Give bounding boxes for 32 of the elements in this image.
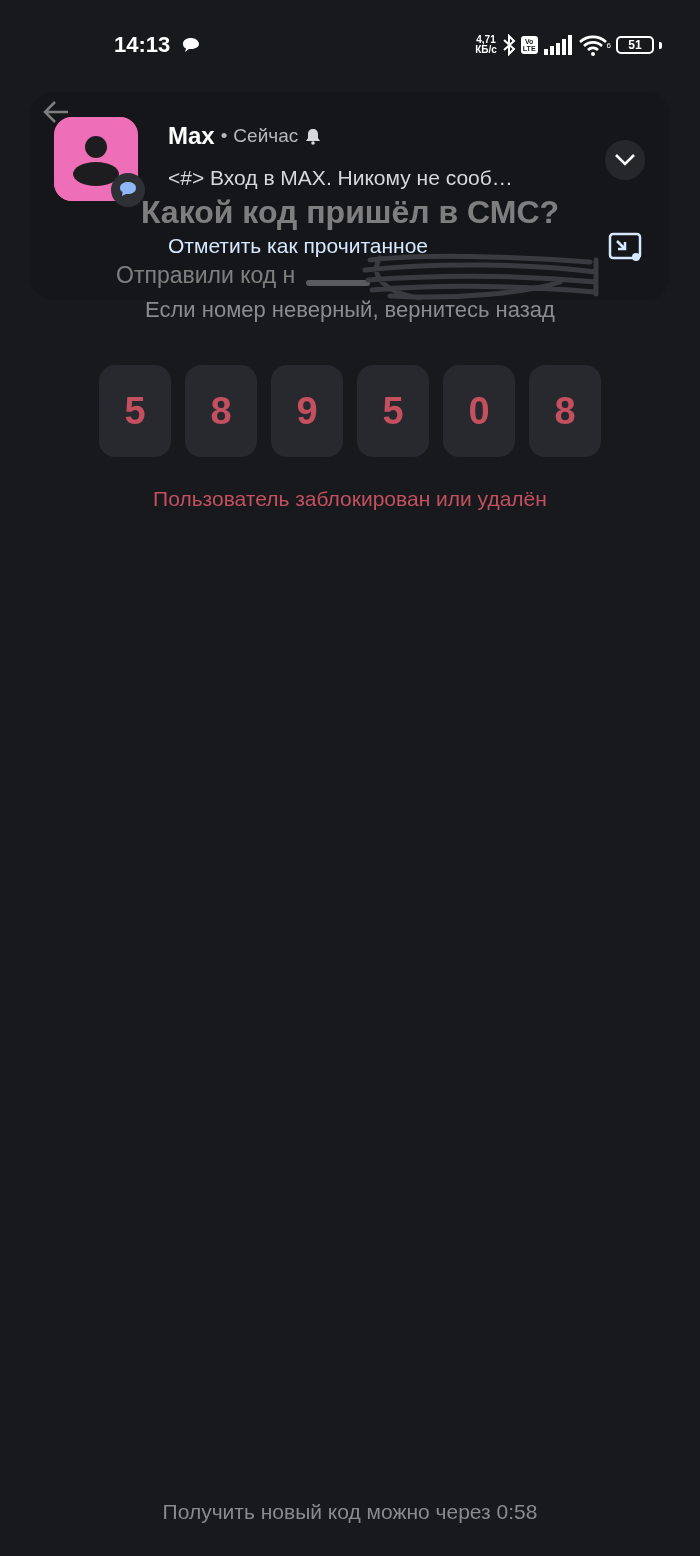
code-digit-field[interactable]: 5 — [357, 365, 429, 457]
network-speed: 4,71 КБ/с — [475, 35, 497, 55]
subtitle-text: Отправили код н — [116, 262, 296, 289]
screen-title: Какой код пришёл в СМС? — [140, 196, 560, 228]
bell-icon — [304, 127, 323, 145]
code-digit-field[interactable]: 8 — [185, 365, 257, 457]
bluetooth-icon — [501, 34, 516, 56]
back-arrow-icon[interactable] — [42, 100, 70, 124]
notification-message: <#> Вход в MAX. Никому не сооб… — [168, 166, 513, 190]
notification-time: Сейчас — [233, 125, 299, 147]
separator-dot: • — [220, 125, 228, 147]
mark-as-read-button[interactable]: Отметить как прочитанное — [168, 234, 429, 258]
picture-in-picture-icon[interactable] — [608, 232, 642, 262]
error-message: Пользователь заблокирован или удалён — [153, 487, 547, 511]
chat-bubble-icon — [182, 37, 201, 53]
clock-time: 14:13 — [114, 32, 171, 58]
code-digit-field[interactable]: 5 — [99, 365, 171, 457]
battery-level: 51 — [616, 36, 654, 54]
app-name: Max — [168, 122, 215, 150]
code-digit-field[interactable]: 0 — [443, 365, 515, 457]
resend-timer-text: Получить новый код можно через 0:58 — [162, 1500, 538, 1524]
code-digit-field[interactable]: 9 — [271, 365, 343, 457]
hint-text: Если номер неверный, вернитесь назад — [145, 297, 555, 323]
drag-handle[interactable] — [306, 280, 370, 286]
notification-card[interactable] — [30, 92, 670, 300]
expand-button[interactable] — [605, 140, 645, 180]
chevron-down-icon — [614, 153, 636, 167]
wifi-label: 6 — [606, 41, 611, 50]
code-digit-field[interactable]: 8 — [529, 365, 601, 457]
contact-avatar-icon — [54, 117, 138, 201]
signal-icon — [542, 35, 573, 55]
wifi-icon — [577, 34, 608, 56]
